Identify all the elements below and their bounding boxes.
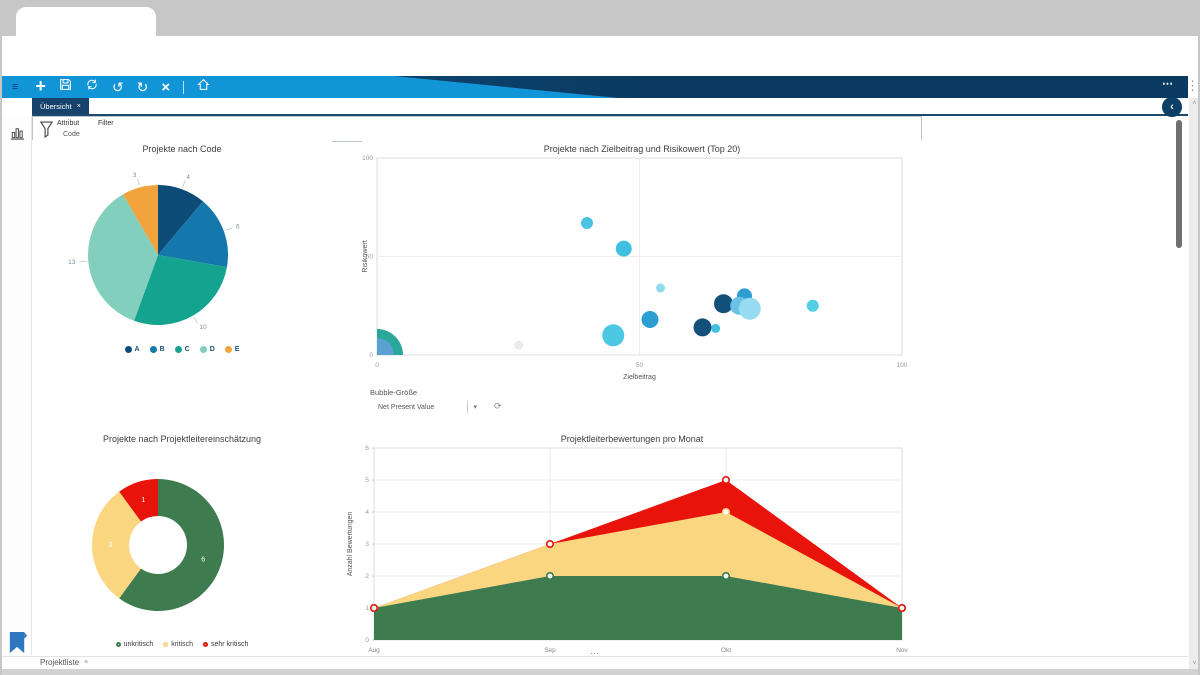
svg-text:13: 13 — [68, 259, 76, 266]
svg-text:1: 1 — [141, 497, 145, 504]
scatter-chart-panel: Projekte nach Zielbeitrag und Risikowert… — [362, 140, 922, 385]
donut-chart[interactable]: 6 3 1 — [32, 444, 332, 640]
toolbar-overflow-icon[interactable]: ⋯ — [1162, 77, 1174, 90]
area-chart-title: Projektleiterbewertungen pro Monat — [560, 434, 704, 444]
left-sidebar — [2, 116, 32, 655]
filter-bar[interactable]: Attribut Code Filter — [32, 116, 922, 142]
filter-label: Filter — [98, 120, 114, 127]
svg-text:4: 4 — [365, 509, 369, 516]
close-icon[interactable]: × — [161, 80, 170, 95]
legend-item[interactable]: kritisch — [163, 641, 193, 648]
tab-close-icon[interactable]: × — [84, 659, 88, 666]
tab-label: Projektliste — [40, 658, 80, 667]
redo-icon[interactable]: ↻ — [137, 80, 149, 94]
svg-text:2: 2 — [365, 573, 369, 580]
svg-text:6: 6 — [201, 557, 205, 564]
refresh-icon[interactable]: ⟳ — [494, 401, 502, 412]
svg-text:0: 0 — [369, 352, 373, 359]
legend-item[interactable]: unkritisch — [115, 641, 153, 648]
svg-text:6: 6 — [365, 445, 369, 452]
legend-item[interactable]: D — [199, 346, 215, 353]
tab-projektliste[interactable]: Projektliste × — [40, 658, 88, 667]
donut-chart-title: Projekte nach Projektleitereinschätzung — [102, 434, 262, 444]
filter-attribut-label: Attribut — [57, 120, 80, 127]
tab-uebersicht[interactable]: Übersicht × — [32, 98, 89, 114]
svg-text:5: 5 — [365, 477, 369, 484]
app-toolbar: ≡ + ↺ ↻ × ⋯ — [2, 76, 1188, 98]
legend-item[interactable]: C — [174, 346, 190, 353]
chevron-left-icon: ‹ — [1170, 101, 1174, 113]
pie-chart-panel: Projekte nach Code 4 6 10 13 3 A B C D E — [32, 140, 332, 368]
donut-chart-legend: unkritisch kritisch sehr kritisch — [32, 641, 332, 648]
document-tab-row: Übersicht × — [2, 98, 1188, 114]
legend-item[interactable]: B — [149, 346, 165, 353]
legend-item[interactable]: E — [224, 346, 239, 353]
browser-window: ← → ↻ ★ ⋮ ≡ + ↺ — [0, 0, 1200, 675]
divider — [183, 80, 185, 94]
app-scrollbar-thumb[interactable] — [1176, 120, 1182, 248]
pie-chart-legend: A B C D E — [32, 346, 332, 353]
area-chart-panel: Projektleiterbewertungen pro Monat 0 1 2 3 4… — [342, 430, 922, 658]
bubble-size-value: Net Present Value — [378, 403, 435, 411]
menu-icon[interactable]: ≡ — [12, 81, 18, 93]
browser-nav-bar: ← → ↻ ★ ⋮ — [2, 36, 1198, 99]
filter-attribut-value[interactable]: Code — [63, 131, 80, 138]
legend-item[interactable]: sehr kritisch — [203, 641, 248, 648]
browser-scrollbar[interactable]: ˄ ˅ — [1189, 98, 1198, 669]
svg-text:Risikowert: Risikowert — [362, 240, 369, 272]
collapse-panel-button[interactable]: ‹ — [1162, 97, 1182, 117]
scatter-chart[interactable]: 0 50 100050100ZielbeitragRisikowert — [362, 154, 922, 399]
bubble-size-select[interactable]: Net Present Value ▾ — [374, 400, 482, 414]
svg-text:10: 10 — [200, 324, 208, 331]
svg-text:0: 0 — [375, 362, 379, 369]
browser-title-bar — [2, 0, 1198, 36]
svg-text:Anzahl Bewertungen: Anzahl Bewertungen — [347, 512, 354, 577]
home-icon[interactable] — [197, 78, 210, 96]
window-bottom-border — [2, 669, 1198, 675]
scatter-chart-title: Projekte nach Zielbeitrag und Risikowert… — [543, 144, 741, 154]
svg-text:100: 100 — [897, 362, 908, 369]
svg-text:4: 4 — [186, 174, 190, 181]
tab-label: Übersicht — [40, 101, 72, 111]
area-chart[interactable]: 0123456Aug Sep Okt NovAnzahl Bewertungen — [342, 444, 922, 656]
bottom-tab-row: Projektliste × — [2, 657, 1188, 669]
chevron-down-icon[interactable]: ▾ — [468, 403, 482, 411]
donut-chart-panel: Projekte nach Projektleitereinschätzung … — [32, 430, 332, 658]
legend-item[interactable]: A — [124, 346, 140, 353]
svg-text:3: 3 — [133, 172, 137, 179]
sync-icon[interactable] — [85, 78, 99, 96]
browser-tab[interactable] — [16, 7, 156, 36]
svg-text:Zielbeitrag: Zielbeitrag — [623, 374, 656, 381]
save-icon[interactable] — [59, 78, 72, 96]
svg-text:3: 3 — [109, 542, 113, 549]
svg-text:100: 100 — [362, 155, 373, 162]
pie-chart[interactable]: 4 6 10 13 3 — [32, 154, 332, 354]
svg-text:6: 6 — [236, 224, 240, 231]
pie-chart-title: Projekte nach Code — [142, 144, 222, 154]
svg-text:3: 3 — [365, 541, 369, 548]
svg-text:50: 50 — [636, 362, 644, 369]
chart-tool-icon[interactable] — [9, 124, 26, 146]
new-button[interactable]: + — [35, 76, 46, 97]
svg-text:0: 0 — [365, 637, 369, 644]
tab-close-icon[interactable]: × — [77, 103, 81, 110]
scroll-down-icon[interactable]: ˅ — [1189, 660, 1198, 667]
scroll-up-icon[interactable]: ˄ — [1189, 100, 1198, 107]
undo-icon[interactable]: ↺ — [112, 80, 124, 94]
bubble-size-label: Bubble-Größe — [370, 388, 418, 397]
svg-text:1: 1 — [365, 605, 369, 612]
